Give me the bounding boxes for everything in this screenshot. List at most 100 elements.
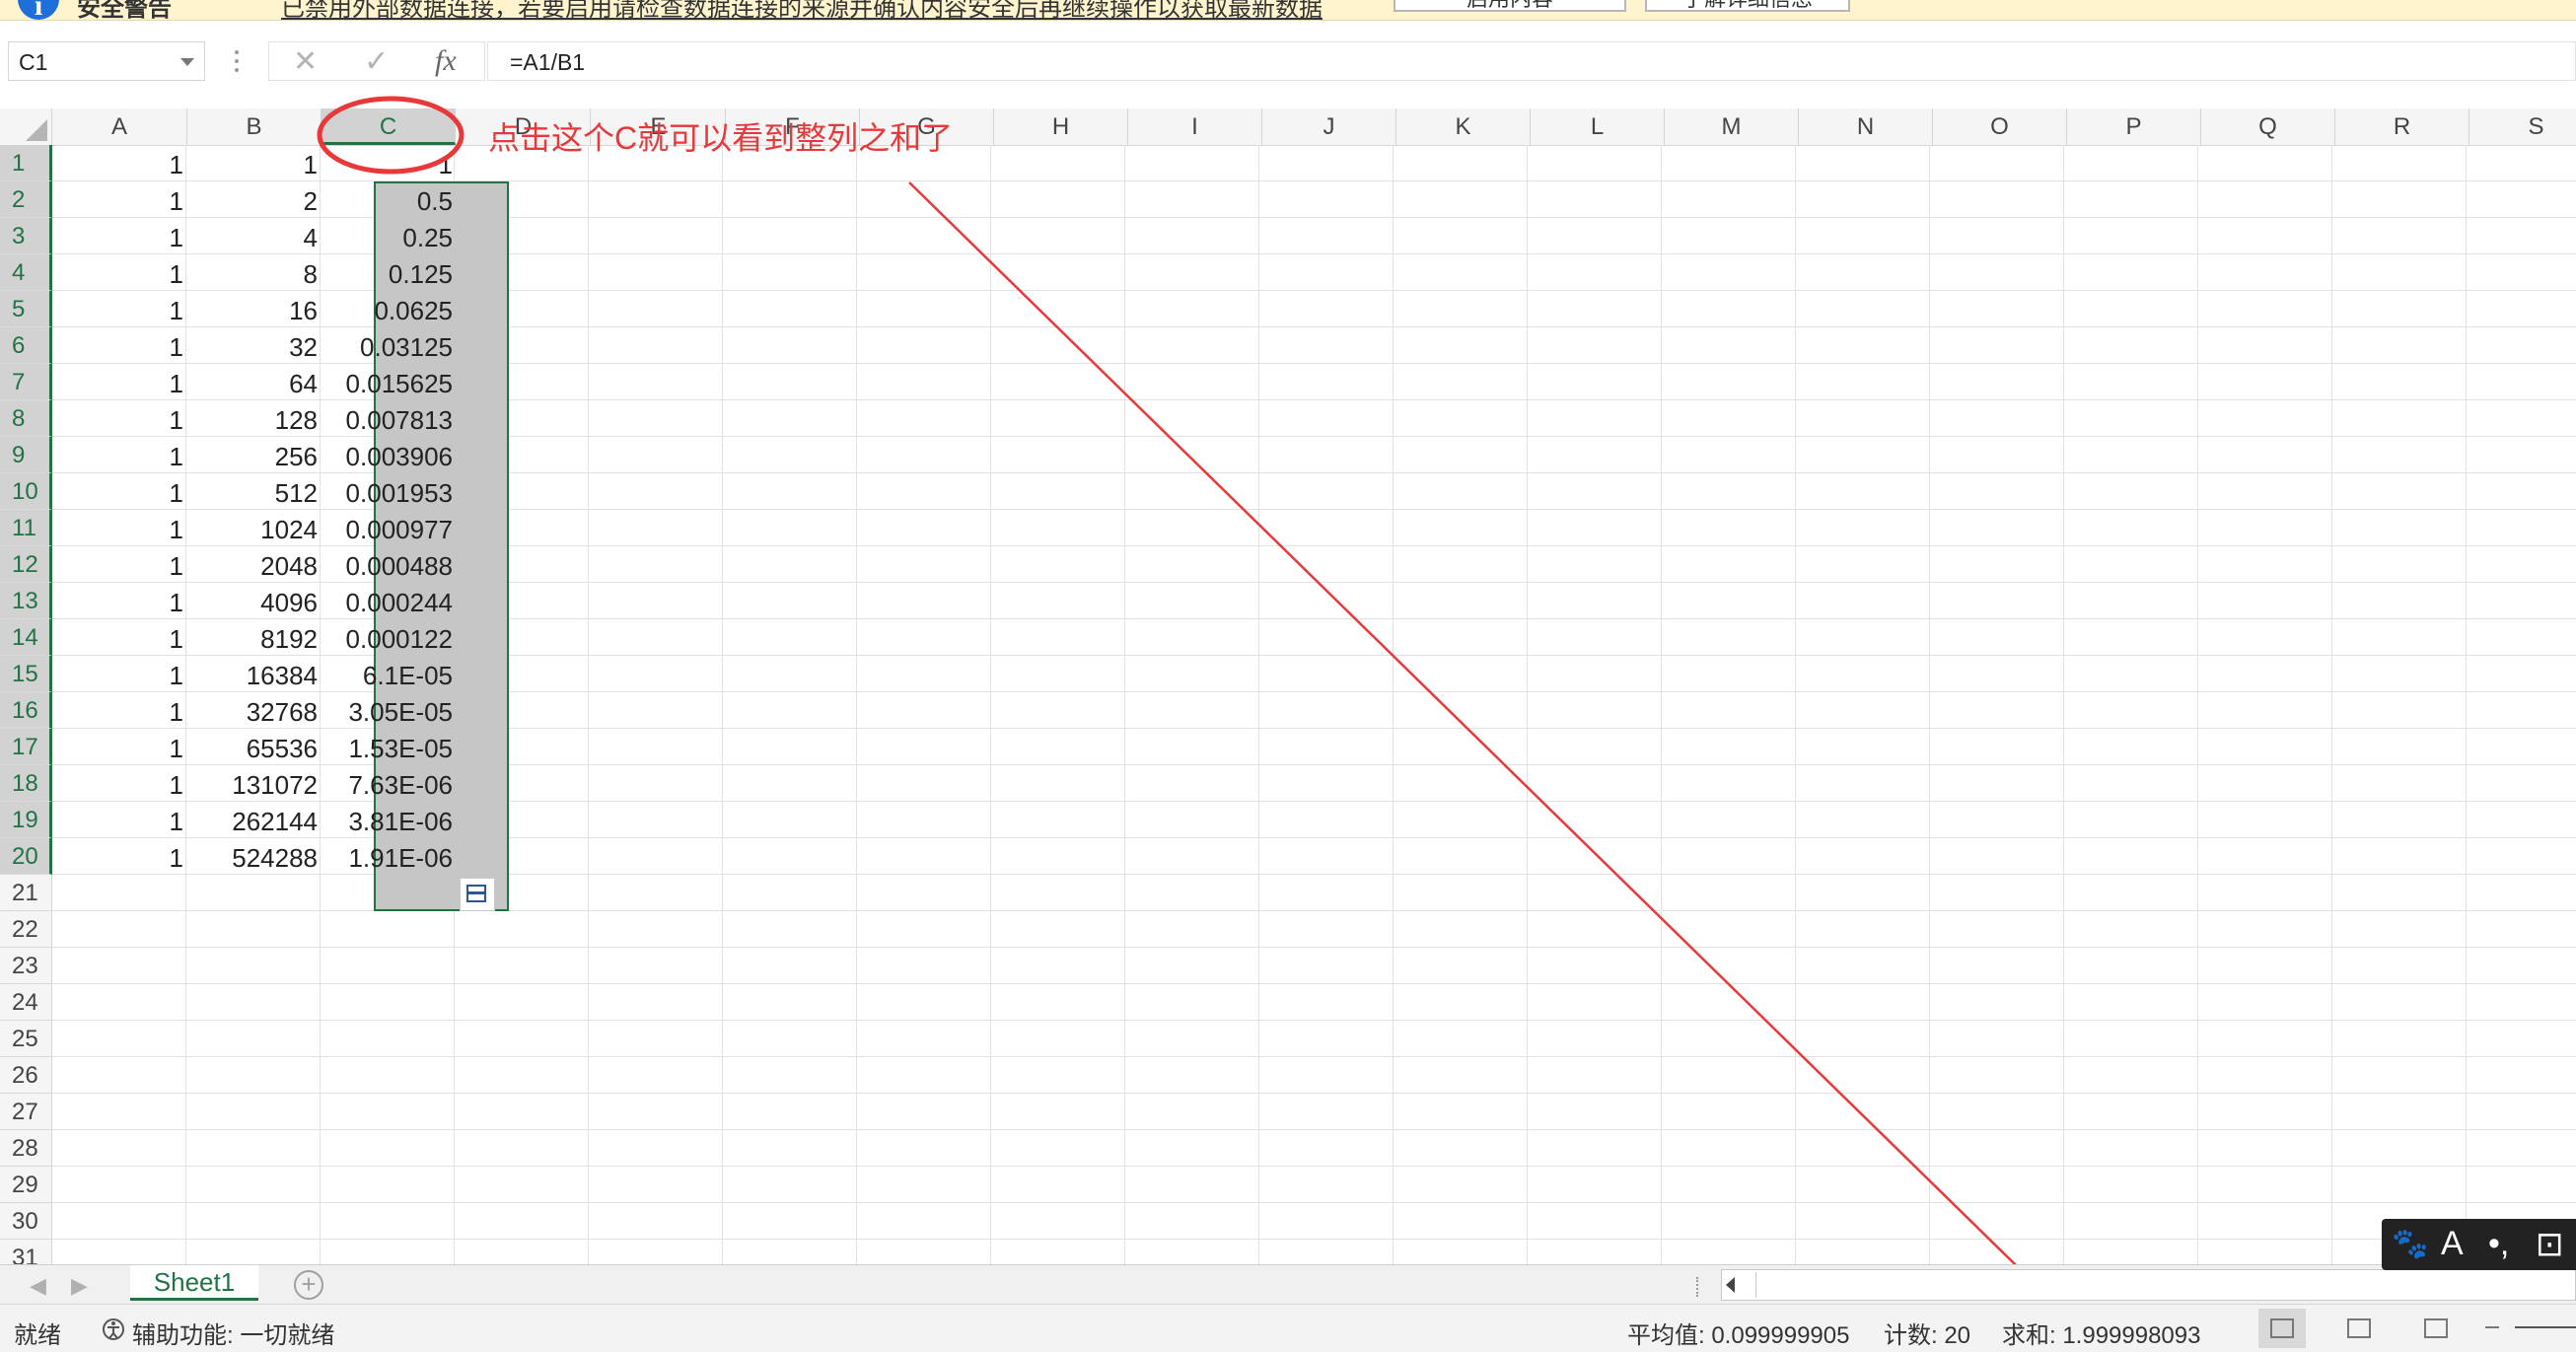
cell-a15[interactable]: 1 (55, 656, 183, 692)
name-box[interactable]: C1 (8, 41, 205, 81)
column-header-p[interactable]: P (2067, 108, 2201, 145)
average-value[interactable]: 平均值: 0.099999905 (1627, 1316, 1849, 1350)
row-header-31[interactable]: 31 (0, 1240, 52, 1264)
cell-b3[interactable]: 4 (189, 218, 318, 254)
row-header-30[interactable]: 30 (0, 1203, 52, 1240)
row-header-19[interactable]: 19 (0, 802, 52, 838)
column-header-n[interactable]: N (1799, 108, 1933, 145)
column-header-i[interactable]: I (1128, 108, 1262, 145)
row-header-17[interactable]: 17 (0, 729, 52, 765)
row-header-4[interactable]: 4 (0, 254, 52, 291)
column-header-m[interactable]: M (1665, 108, 1799, 145)
row-header-14[interactable]: 14 (0, 619, 52, 656)
cell-c17[interactable]: 1.53E-05 (324, 729, 453, 765)
cell-b19[interactable]: 262144 (189, 802, 318, 838)
cell-a14[interactable]: 1 (55, 619, 183, 656)
cell-b20[interactable]: 524288 (189, 838, 318, 875)
tab-scroll-right-icon[interactable]: ▶ (71, 1273, 88, 1299)
chevron-down-icon[interactable] (180, 58, 194, 66)
row-header-20[interactable]: 20 (0, 838, 52, 875)
cell-a7[interactable]: 1 (55, 364, 183, 400)
cell-b17[interactable]: 65536 (189, 729, 318, 765)
row-header-23[interactable]: 23 (0, 948, 52, 984)
cell-b12[interactable]: 2048 (189, 546, 318, 583)
learn-more-button[interactable]: 了解详细信息 (1645, 0, 1850, 12)
row-header-18[interactable]: 18 (0, 765, 52, 802)
toolbox-icon[interactable]: ⊡ (2536, 1225, 2564, 1264)
cell-b10[interactable]: 512 (189, 473, 318, 510)
row-header-26[interactable]: 26 (0, 1057, 52, 1094)
row-header-1[interactable]: 1 (0, 145, 52, 181)
page-layout-view-button[interactable] (2335, 1309, 2383, 1348)
cell-b14[interactable]: 8192 (189, 619, 318, 656)
cell-c19[interactable]: 3.81E-06 (324, 802, 453, 838)
cell-b7[interactable]: 64 (189, 364, 318, 400)
column-header-l[interactable]: L (1531, 108, 1665, 145)
row-header-29[interactable]: 29 (0, 1167, 52, 1203)
row-header-27[interactable]: 27 (0, 1094, 52, 1130)
column-header-a[interactable]: A (52, 108, 187, 145)
accessibility-icon[interactable] (101, 1316, 126, 1342)
accessibility-status[interactable]: 辅助功能: 一切就绪 (132, 1316, 334, 1350)
warning-message-link[interactable]: 已禁用外部数据连接，若要启用请检查数据连接的来源并确认内容安全后再继续操作以获取… (281, 0, 1323, 20)
add-sheet-button[interactable]: + (294, 1270, 323, 1300)
row-header-15[interactable]: 15 (0, 656, 52, 692)
cell-a10[interactable]: 1 (55, 473, 183, 510)
column-header-j[interactable]: J (1262, 108, 1396, 145)
cell-a19[interactable]: 1 (55, 802, 183, 838)
tab-sheet1[interactable]: Sheet1 (130, 1265, 258, 1301)
select-all-button[interactable] (0, 108, 52, 145)
cell-a5[interactable]: 1 (55, 291, 183, 327)
cell-c18[interactable]: 7.63E-06 (324, 765, 453, 802)
row-header-7[interactable]: 7 (0, 364, 52, 400)
cell-b4[interactable]: 8 (189, 254, 318, 291)
enter-icon[interactable]: ✓ (364, 44, 389, 79)
cell-b6[interactable]: 32 (189, 327, 318, 364)
cell-c15[interactable]: 6.1E-05 (324, 656, 453, 692)
cell-a11[interactable]: 1 (55, 510, 183, 546)
cell-a8[interactable]: 1 (55, 400, 183, 437)
cell-b11[interactable]: 1024 (189, 510, 318, 546)
cell-b2[interactable]: 2 (189, 181, 318, 218)
row-header-28[interactable]: 28 (0, 1130, 52, 1167)
column-header-c[interactable]: C (322, 108, 456, 145)
horizontal-scrollbar[interactable] (1721, 1269, 2576, 1301)
row-header-25[interactable]: 25 (0, 1021, 52, 1057)
cell-c20[interactable]: 1.91E-06 (324, 838, 453, 875)
cell-a17[interactable]: 1 (55, 729, 183, 765)
punctuation-icon[interactable]: •, (2488, 1225, 2509, 1263)
cell-c1[interactable]: 1 (324, 145, 453, 181)
tab-split-handle[interactable] (1696, 1277, 1702, 1297)
column-header-s[interactable]: S (2469, 108, 2576, 145)
cell-c5[interactable]: 0.0625 (324, 291, 453, 327)
more-dots-icon[interactable] (235, 47, 241, 75)
insert-function-icon[interactable]: fx (435, 44, 457, 78)
row-header-16[interactable]: 16 (0, 692, 52, 729)
cell-c4[interactable]: 0.125 (324, 254, 453, 291)
worksheet-grid[interactable]: ABCDEFGHIJKLMNOPQRS 1 2 3 4 5 6 7 8 9 10 11 12 13 14 1… (0, 108, 2576, 1264)
count-value[interactable]: 计数: 20 (1884, 1316, 1970, 1350)
column-header-h[interactable]: H (994, 108, 1128, 145)
cell-c12[interactable]: 0.000488 (324, 546, 453, 583)
cell-c9[interactable]: 0.003906 (324, 437, 453, 473)
enable-content-button[interactable]: 启用内容 (1394, 0, 1626, 12)
zoom-out-icon[interactable] (2485, 1326, 2499, 1328)
cell-c8[interactable]: 0.007813 (324, 400, 453, 437)
zoom-slider[interactable] (2515, 1326, 2576, 1328)
cell-a9[interactable]: 1 (55, 437, 183, 473)
column-header-k[interactable]: K (1396, 108, 1531, 145)
column-header-o[interactable]: O (1933, 108, 2067, 145)
cell-c14[interactable]: 0.000122 (324, 619, 453, 656)
scroll-left-arrow-icon[interactable] (1726, 1277, 1735, 1293)
cancel-icon[interactable]: ✕ (293, 44, 318, 79)
row-header-9[interactable]: 9 (0, 437, 52, 473)
row-header-5[interactable]: 5 (0, 291, 52, 327)
cell-a13[interactable]: 1 (55, 583, 183, 619)
row-header-3[interactable]: 3 (0, 218, 52, 254)
cell-b18[interactable]: 131072 (189, 765, 318, 802)
cell-a16[interactable]: 1 (55, 692, 183, 729)
column-header-b[interactable]: B (187, 108, 322, 145)
cell-a18[interactable]: 1 (55, 765, 183, 802)
row-header-11[interactable]: 11 (0, 510, 52, 546)
row-header-8[interactable]: 8 (0, 400, 52, 437)
